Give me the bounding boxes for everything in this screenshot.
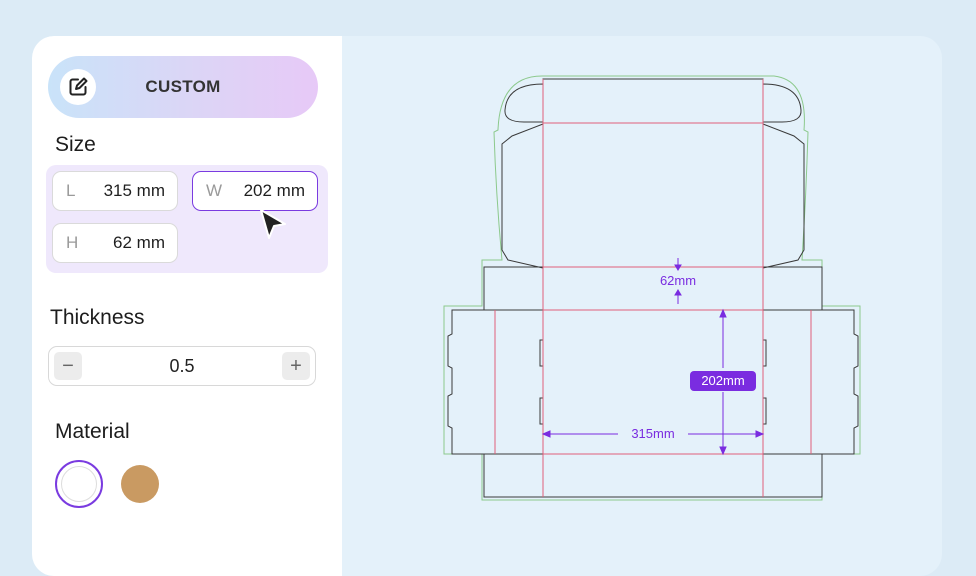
lid-panel	[542, 122, 764, 268]
right-lid-flap	[762, 123, 805, 269]
left-tuck-ear	[504, 83, 544, 123]
front-wall	[483, 453, 823, 498]
width-dimension-label: 202mm	[701, 373, 744, 388]
tuck-flap	[542, 78, 764, 124]
dieline-diagram: 62mm 202mm 315mm	[443, 75, 861, 501]
height-dimension-label: 62mm	[660, 273, 696, 288]
back-wall	[483, 266, 823, 311]
left-lid-flap	[501, 123, 544, 269]
right-tuck-ear	[762, 83, 802, 123]
left-outer-flap	[447, 309, 495, 455]
main-card: CUSTOM Size L 315 mm W 202 mm H 62 mm Th…	[32, 36, 942, 576]
right-outer-flap	[811, 309, 859, 455]
length-dimension-label: 315mm	[631, 426, 674, 441]
